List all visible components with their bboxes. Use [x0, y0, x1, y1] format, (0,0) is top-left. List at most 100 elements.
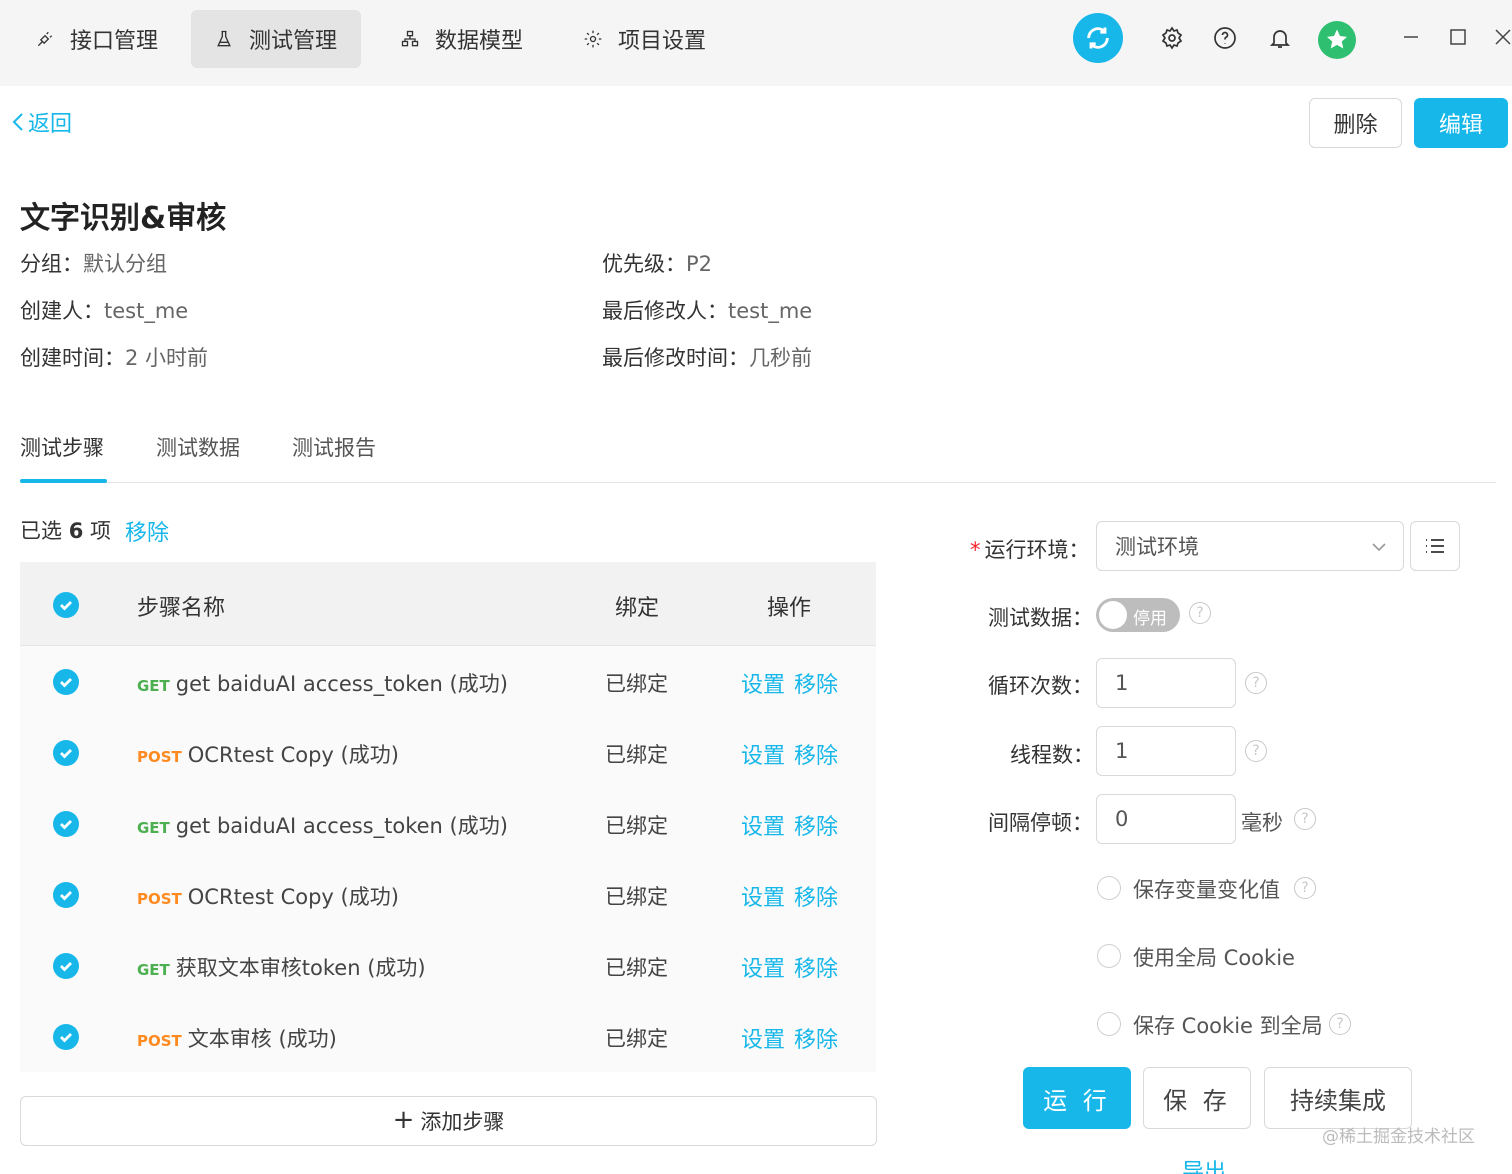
bind-status: 已绑定 — [605, 956, 668, 980]
plus-icon: + — [392, 1104, 415, 1135]
help-icon[interactable]: ? — [1294, 877, 1316, 899]
row-remove-link[interactable]: 移除 — [794, 1022, 838, 1054]
help-icon[interactable]: ? — [1329, 1013, 1351, 1035]
gear-icon — [1161, 26, 1183, 50]
step-name-cell[interactable]: POST 文本审核 (成功) — [137, 1023, 337, 1053]
row-checkbox[interactable] — [53, 740, 79, 766]
row-settings-link[interactable]: 设置 — [741, 667, 785, 699]
row-remove-link[interactable]: 移除 — [794, 667, 838, 699]
notifications-button[interactable] — [1266, 24, 1294, 52]
row-settings-link[interactable]: 设置 — [741, 951, 785, 983]
step-name-cell[interactable]: GET 获取文本审核token (成功) — [137, 952, 426, 982]
nav-tab-model[interactable]: 数据模型 — [377, 10, 545, 68]
meta-label: 分组： — [20, 252, 83, 276]
column-header-bind: 绑定 — [615, 596, 660, 621]
table-row: GET get baiduAI access_token (成功) 已绑定 设置 移除 — [20, 788, 876, 859]
row-remove-link[interactable]: 移除 — [794, 809, 838, 841]
http-method-badge: POST — [137, 748, 182, 766]
avatar[interactable] — [1318, 21, 1356, 59]
save-cookie-checkbox[interactable] — [1097, 1012, 1121, 1036]
tab-test-data[interactable]: 测试数据 — [156, 432, 240, 462]
table-row: GET get baiduAI access_token (成功) 已绑定 设置 移除 — [20, 646, 876, 717]
tab-test-steps[interactable]: 测试步骤 — [20, 432, 104, 462]
meta-value: 几秒前 — [749, 346, 812, 370]
row-checkbox[interactable] — [53, 811, 79, 837]
watermark: @稀土掘金技术社区 — [1322, 1127, 1475, 1147]
meta-value: 2 小时前 — [125, 346, 209, 370]
row-checkbox[interactable] — [53, 882, 79, 908]
sync-button[interactable] — [1073, 13, 1123, 63]
meta-value: test_me — [728, 299, 813, 323]
maximize-button[interactable] — [1443, 22, 1473, 52]
meta-created: 创建时间：2 小时前 — [20, 342, 208, 372]
edit-button[interactable]: 编辑 — [1414, 98, 1508, 148]
env-select[interactable]: 测试环境 — [1096, 521, 1404, 571]
close-button[interactable] — [1488, 22, 1512, 52]
back-label: 返回 — [28, 112, 73, 137]
list-icon — [1426, 539, 1444, 553]
back-link[interactable]: 返回 — [10, 106, 72, 138]
minimize-button[interactable] — [1396, 22, 1426, 52]
bulk-remove-link[interactable]: 移除 — [125, 515, 169, 547]
help-icon[interactable]: ? — [1245, 740, 1267, 762]
save-button[interactable]: 保 存 — [1143, 1067, 1251, 1129]
env-list-button[interactable] — [1410, 521, 1460, 571]
nav-tab-settings[interactable]: 项目设置 — [560, 10, 728, 68]
check-icon — [60, 601, 72, 611]
table-header: 步骤名称 绑定 操作 — [20, 562, 876, 646]
row-remove-link[interactable]: 移除 — [794, 880, 838, 912]
row-checkbox[interactable] — [53, 953, 79, 979]
nav-tab-label: 数据模型 — [435, 29, 524, 54]
row-checkbox[interactable] — [53, 669, 79, 695]
settings-button[interactable] — [1158, 24, 1186, 52]
row-settings-link[interactable]: 设置 — [741, 1022, 785, 1054]
meta-value: 默认分组 — [83, 252, 167, 276]
nav-tab-api[interactable]: 接口管理 — [12, 10, 180, 68]
interval-label: 间隔停顿： — [988, 811, 1093, 835]
http-method-badge: GET — [137, 961, 170, 979]
step-name-cell[interactable]: POST OCRtest Copy (成功) — [137, 881, 399, 911]
row-remove-link[interactable]: 移除 — [794, 738, 838, 770]
check-icon — [60, 820, 72, 830]
selection-count: 6 — [68, 519, 84, 543]
delete-button[interactable]: 删除 — [1309, 98, 1402, 148]
row-settings-link[interactable]: 设置 — [741, 809, 785, 841]
help-button[interactable] — [1211, 24, 1239, 52]
select-all-checkbox[interactable] — [53, 592, 79, 618]
row-checkbox[interactable] — [53, 1024, 79, 1050]
test-data-label: 测试数据： — [988, 606, 1093, 630]
check-icon — [60, 962, 72, 972]
run-button[interactable]: 运 行 — [1023, 1067, 1131, 1129]
bell-icon — [1269, 30, 1291, 48]
export-dropdown[interactable]: 导出 — [1182, 1154, 1226, 1174]
help-icon[interactable]: ? — [1245, 672, 1267, 694]
row-settings-link[interactable]: 设置 — [741, 738, 785, 770]
model-icon — [399, 28, 421, 50]
check-icon — [60, 891, 72, 901]
interval-input[interactable]: 0 — [1096, 794, 1236, 844]
loop-count-input[interactable]: 1 — [1096, 658, 1236, 708]
step-name-cell[interactable]: GET get baiduAI access_token (成功) — [137, 810, 508, 840]
tab-test-report[interactable]: 测试报告 — [292, 432, 376, 462]
global-cookie-checkbox[interactable] — [1097, 944, 1121, 968]
sync-icon — [1087, 27, 1109, 49]
http-method-badge: POST — [137, 1032, 182, 1050]
http-method-badge: POST — [137, 890, 182, 908]
check-icon — [60, 678, 72, 688]
ci-button[interactable]: 持续集成 — [1264, 1067, 1412, 1129]
step-name-cell[interactable]: POST OCRtest Copy (成功) — [137, 739, 399, 769]
step-name-cell[interactable]: GET get baiduAI access_token (成功) — [137, 668, 508, 698]
nav-tab-test[interactable]: 测试管理 — [191, 10, 361, 68]
help-icon[interactable]: ? — [1189, 602, 1211, 624]
help-icon[interactable]: ? — [1294, 808, 1316, 830]
export-label: 导出 — [1182, 1160, 1227, 1174]
add-step-button[interactable]: + 添加步骤 — [20, 1096, 877, 1146]
test-data-toggle[interactable]: 停用 — [1096, 598, 1180, 632]
row-remove-link[interactable]: 移除 — [794, 951, 838, 983]
top-nav-bar: 接口管理 测试管理 数据模型 项目设置 — [0, 0, 1512, 86]
env-select-value: 测试环境 — [1115, 535, 1199, 559]
meta-modifier: 最后修改人：test_me — [602, 295, 812, 325]
save-vars-checkbox[interactable] — [1097, 876, 1121, 900]
row-settings-link[interactable]: 设置 — [741, 880, 785, 912]
threads-input[interactable]: 1 — [1096, 726, 1236, 776]
